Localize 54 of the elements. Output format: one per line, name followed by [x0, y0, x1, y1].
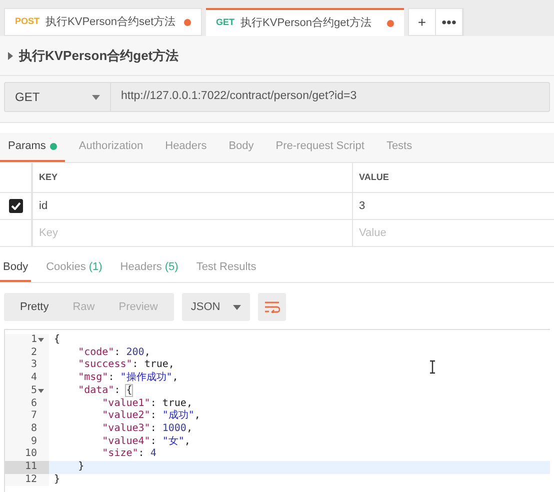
code-line: "size": 4	[101, 448, 156, 462]
line-number: 5	[30, 384, 37, 398]
param-value: 3	[359, 198, 366, 214]
new-tab-button[interactable]: +	[409, 9, 436, 35]
line-number: 3	[30, 359, 37, 372]
line-number: 8	[30, 422, 37, 436]
request-tab[interactable]: GET 执行KVPerson合约get方法	[206, 8, 404, 36]
checkbox[interactable]	[8, 199, 22, 213]
line-number: 6	[30, 398, 37, 410]
caret-icon[interactable]	[8, 52, 13, 60]
caret-icon	[232, 304, 241, 310]
code-line: "code": 200,	[77, 346, 150, 360]
line-number: 4	[30, 372, 37, 385]
wrap-button[interactable]	[258, 293, 286, 321]
fold-caret-icon[interactable]	[38, 389, 44, 394]
method-label: GET	[216, 16, 235, 30]
caret-icon	[92, 94, 100, 100]
line-number: 1	[30, 334, 37, 347]
param-key: id	[39, 198, 48, 214]
code-line: }	[77, 461, 84, 474]
line-number: 11	[24, 461, 37, 474]
url-field[interactable]: http://127.0.0.1:7022/contract/person/get?id=3	[111, 82, 550, 112]
line-number: 2	[30, 346, 37, 360]
wrap-lines-icon	[264, 301, 280, 313]
section-tab[interactable]: Params	[0, 133, 65, 162]
code-line: "value3": 1000,	[101, 422, 192, 436]
value-field[interactable]: Value	[353, 220, 554, 246]
code-line: {	[53, 334, 60, 347]
code-line: "value1": true,	[101, 398, 192, 410]
format-select[interactable]: JSON	[182, 293, 250, 321]
line-number: 12	[24, 474, 37, 486]
request-name: 执行KVPerson合约get方法	[19, 46, 179, 65]
code-line: "data": {	[77, 384, 132, 398]
more-button[interactable]: •••	[436, 9, 463, 35]
method-select[interactable]: GET	[4, 82, 111, 112]
tab-title: 执行KVPerson合约get方法	[240, 16, 372, 31]
line-number: 10	[24, 448, 37, 462]
response-tab[interactable]: Body	[0, 255, 32, 282]
text-cursor-icon	[429, 360, 436, 374]
key-field[interactable]: Key	[33, 220, 353, 246]
line-number: 7	[30, 410, 37, 423]
code-line: "value2": "成功",	[101, 410, 200, 423]
method-label: POST	[15, 15, 40, 28]
code-line: }	[53, 474, 60, 486]
request-tab[interactable]: POST 执行KVPerson合约set方法	[4, 8, 202, 36]
tab-title: 执行KVPerson合约set方法	[46, 14, 177, 30]
fold-caret-icon[interactable]	[38, 338, 44, 342]
code-line: "msg": "操作成功",	[77, 372, 178, 385]
code-line: "value4": "女",	[101, 436, 190, 448]
line-number: 9	[30, 436, 37, 448]
column-header: KEY	[33, 163, 353, 192]
view-mode-tab[interactable]: Pretty	[8, 293, 61, 321]
column-header: VALUE	[358, 170, 390, 184]
code-line: "success": true,	[77, 359, 174, 372]
